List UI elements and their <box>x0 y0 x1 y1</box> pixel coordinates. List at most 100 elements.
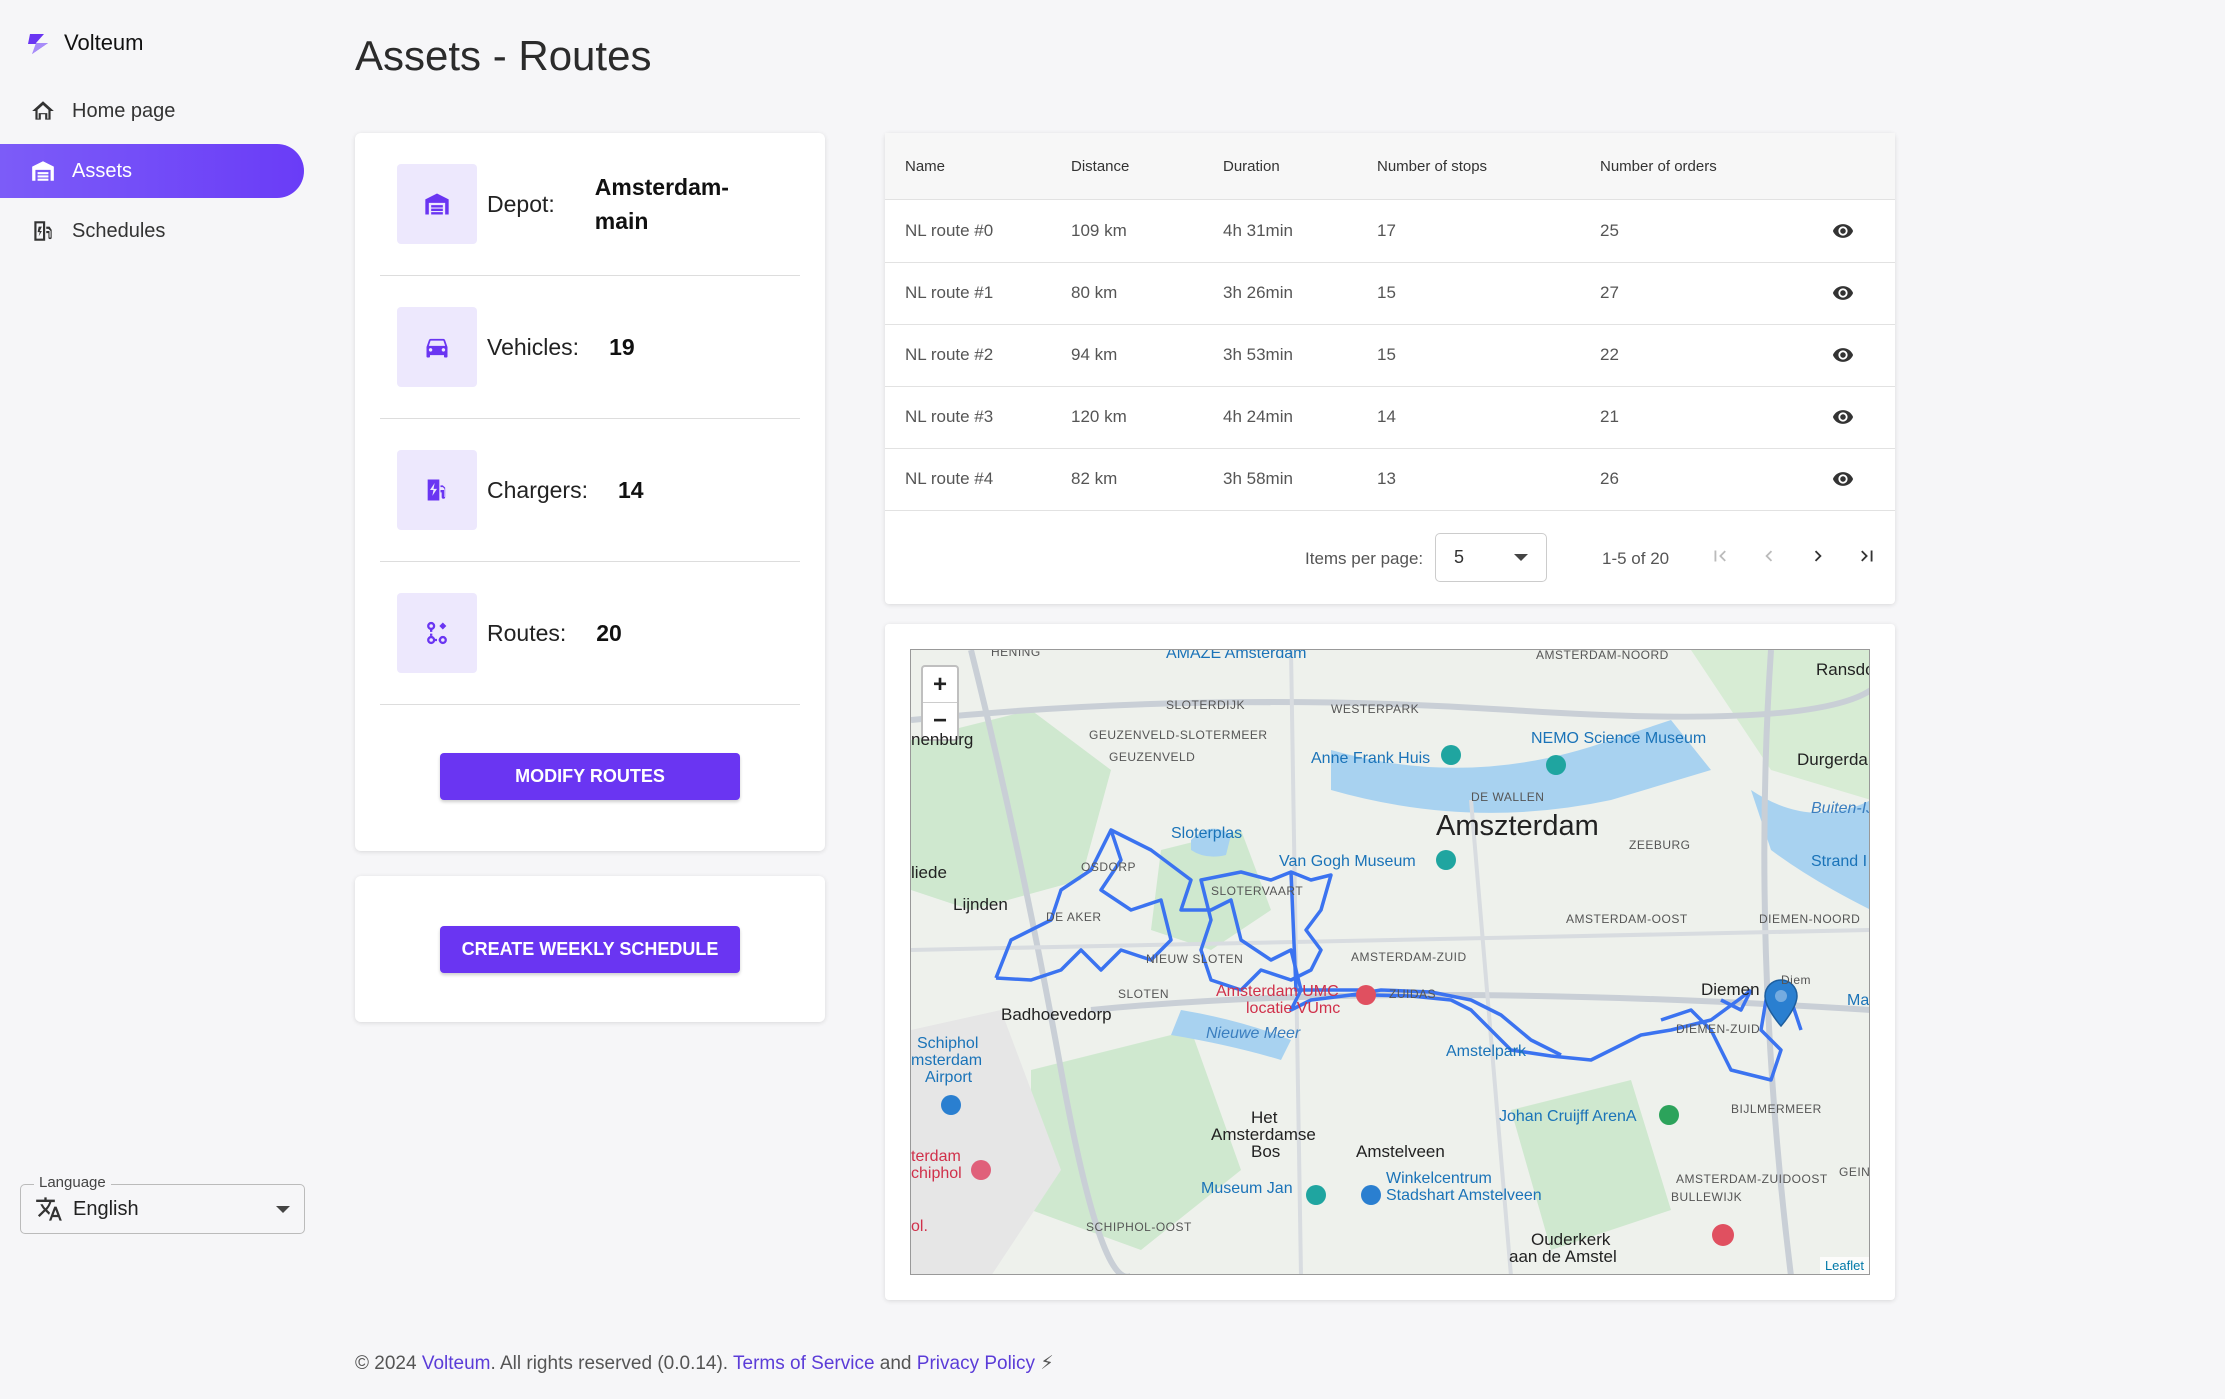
ev-charger-icon <box>397 450 477 530</box>
view-eye-icon[interactable] <box>1830 282 1856 304</box>
route-duration: 3h 26min <box>1223 283 1293 302</box>
map-label: Airport <box>925 1069 973 1086</box>
column-header-stops[interactable]: Number of stops <box>1377 158 1487 175</box>
route-orders: 25 <box>1600 221 1619 240</box>
paginator: Items per page: 5 1-5 of 20 <box>885 511 1895 604</box>
privacy-link[interactable]: Privacy Policy <box>917 1353 1035 1374</box>
sidebar-item-home[interactable]: Home page <box>0 84 304 138</box>
next-page-button[interactable] <box>1803 541 1833 571</box>
view-eye-icon[interactable] <box>1830 406 1856 428</box>
vehicles-label: Vehicles: <box>487 333 580 360</box>
terms-link[interactable]: Terms of Service <box>733 1353 874 1374</box>
previous-page-button[interactable] <box>1754 541 1784 571</box>
modify-routes-button[interactable]: Modify routes <box>440 753 740 800</box>
map-label: nenburg <box>911 730 974 749</box>
rights-text: . All rights reserved (0.0.14). <box>490 1353 729 1374</box>
map-label: SLOTEN <box>1118 987 1170 1001</box>
map-label: Johan Cruijff ArenA <box>1499 1108 1637 1125</box>
route-duration: 3h 58min <box>1223 469 1293 488</box>
route-name: NL route #0 <box>905 221 994 240</box>
map-label: DE AKER <box>1046 910 1102 924</box>
route-orders: 22 <box>1600 345 1619 364</box>
footer: © 2024 Volteum. All rights reserved (0.0… <box>355 1352 1054 1375</box>
map-label: BIJLMERMEER <box>1731 1102 1822 1116</box>
map-label: AMSTERDAM-ZUID <box>1351 950 1467 964</box>
map-label: msterdam <box>911 1052 983 1069</box>
route-map[interactable]: + − Amszterdam AMSTERDAM-NOORD SLOTERDIJ… <box>910 649 1870 1275</box>
map-label: ZUIDAS <box>1389 987 1437 1001</box>
chargers-stat: Chargers: 14 <box>380 419 800 562</box>
map-label: AMSTERDAM-OOST <box>1566 912 1688 926</box>
brand[interactable]: Volteum <box>26 30 144 56</box>
sidebar: Volteum Home page Assets Schedules Engli… <box>0 0 320 1399</box>
routes-label: Routes: <box>487 619 567 646</box>
items-per-page-select[interactable]: 5 <box>1435 533 1547 582</box>
home-icon <box>32 101 54 120</box>
zoom-in-button[interactable]: + <box>923 667 957 703</box>
route-duration: 3h 53min <box>1223 345 1293 364</box>
map-label: liede <box>911 863 947 882</box>
first-page-button[interactable] <box>1705 541 1735 571</box>
language-label: Language <box>34 1174 111 1191</box>
map-label: Maxi <box>1847 992 1870 1009</box>
leaflet-attribution-link[interactable]: Leaflet <box>1819 1257 1869 1274</box>
routes-stat: Routes: 20 <box>380 562 800 705</box>
warehouse-icon <box>32 161 54 181</box>
route-map-card: + − Amszterdam AMSTERDAM-NOORD SLOTERDIJ… <box>885 624 1895 1300</box>
map-label: Schiphol <box>917 1035 979 1052</box>
map-label: Amstelveen <box>1356 1142 1445 1161</box>
view-eye-icon[interactable] <box>1830 344 1856 366</box>
last-page-button[interactable] <box>1852 541 1882 571</box>
route-name: NL route #4 <box>905 469 994 488</box>
chevron-left-icon <box>1765 550 1773 562</box>
first-page-icon <box>1714 550 1726 562</box>
route-distance: 82 km <box>1071 469 1118 488</box>
map-label: GEIN <box>1839 1165 1870 1179</box>
map-label: Strand I <box>1811 853 1868 870</box>
sidebar-item-label: Schedules <box>72 219 166 242</box>
table-row: NL route #1 80 km 3h 26min 15 27 <box>885 263 1895 325</box>
view-eye-icon[interactable] <box>1830 468 1856 490</box>
volteum-logo-icon <box>28 34 48 54</box>
route-duration: 4h 24min <box>1223 407 1293 426</box>
map-label: Durgerda <box>1797 750 1868 769</box>
sidebar-item-schedules[interactable]: Schedules <box>0 204 304 258</box>
warehouse-icon <box>397 164 477 244</box>
column-header-orders[interactable]: Number of orders <box>1600 158 1717 175</box>
copyright-text: © 2024 <box>355 1353 417 1374</box>
map-label: Lijnden <box>953 895 1008 914</box>
route-stops: 13 <box>1377 469 1396 488</box>
charger-doc-icon <box>34 221 52 241</box>
map-label: WESTERPARK <box>1331 702 1420 716</box>
map-label: DIEMEN-ZUID <box>1676 1022 1761 1036</box>
map-label: SCHIPHOL-OOST <box>1086 1220 1192 1234</box>
map-label: Diem <box>1781 973 1812 987</box>
page-title: Assets - Routes <box>355 32 652 79</box>
map-label: terdam <box>911 1148 961 1165</box>
map-label: chiphol <box>911 1165 962 1182</box>
map-label: DE WALLEN <box>1471 790 1545 804</box>
route-name: NL route #2 <box>905 345 994 364</box>
volteum-link[interactable]: Volteum <box>422 1353 491 1374</box>
map-label: locatie VUmc <box>1246 1000 1341 1017</box>
map-label: Winkelcentrum <box>1386 1170 1492 1187</box>
map-label: AMAZE Amsterdam <box>1166 649 1307 662</box>
map-label: AMSTERDAM-ZUIDOOST <box>1676 1172 1828 1186</box>
map-label: SLOTERVAART <box>1211 884 1304 898</box>
language-select[interactable]: English <box>20 1184 305 1234</box>
sidebar-item-assets[interactable]: Assets <box>0 144 304 198</box>
column-header-distance[interactable]: Distance <box>1071 158 1129 175</box>
view-eye-icon[interactable] <box>1830 220 1856 242</box>
brand-name: Volteum <box>64 30 144 55</box>
map-label: SLOTERDIJK <box>1166 698 1246 712</box>
chevron-down-icon <box>276 1205 290 1213</box>
column-header-name[interactable]: Name <box>905 158 945 175</box>
map-label: ol. <box>911 1218 928 1235</box>
bolt-icon: ⚡ <box>1040 1353 1054 1374</box>
column-header-duration[interactable]: Duration <box>1223 158 1280 175</box>
and-text: and <box>879 1353 912 1374</box>
map-label: HENING <box>991 649 1041 659</box>
create-weekly-schedule-button[interactable]: Create weekly schedule <box>440 926 740 973</box>
route-distance: 80 km <box>1071 283 1118 302</box>
table-row: NL route #2 94 km 3h 53min 15 22 <box>885 325 1895 387</box>
